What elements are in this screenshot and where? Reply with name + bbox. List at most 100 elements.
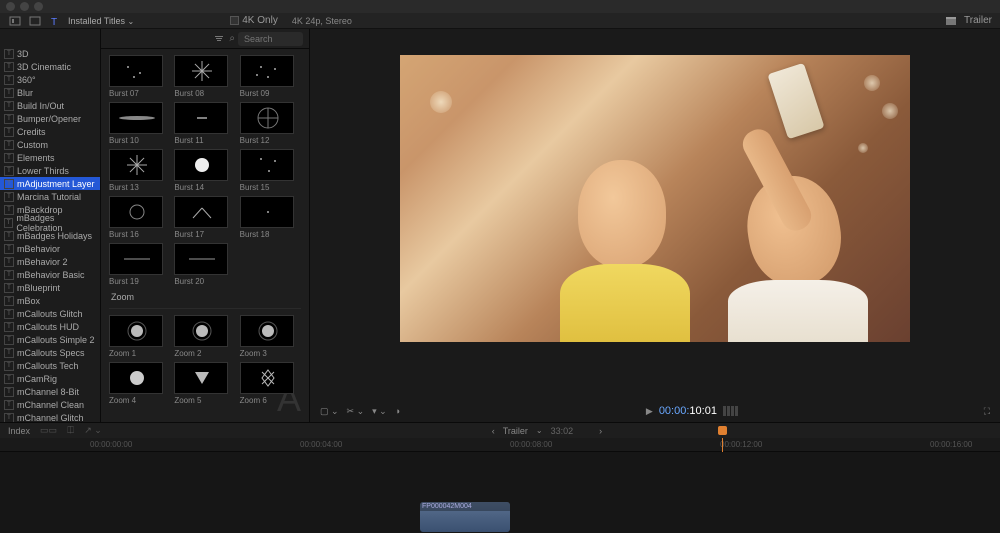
title-thumbnail[interactable]: Zoom 5	[174, 362, 235, 405]
fullscreen-icon[interactable]: ⛶	[984, 406, 990, 417]
title-thumbnail[interactable]: Burst 19	[109, 243, 170, 286]
sidebar-item[interactable]: T3D	[0, 47, 100, 60]
sidebar-item[interactable]: TLower Thirds	[0, 164, 100, 177]
sidebar-item[interactable]: TBuild In/Out	[0, 99, 100, 112]
title-thumbnail[interactable]: Burst 09	[240, 55, 301, 98]
title-thumbnail[interactable]: Burst 10	[109, 102, 170, 145]
color-icon[interactable]: ◑	[395, 406, 400, 417]
thumbnail-label: Zoom 2	[174, 349, 235, 358]
fit-icon[interactable]: ▢ ⌄	[320, 406, 339, 417]
sidebar-item[interactable]: TMarcina Tutorial	[0, 190, 100, 203]
sidebar-item[interactable]: TmChannel 8-Bit	[0, 385, 100, 398]
sidebar-item[interactable]: TmBehavior 2	[0, 255, 100, 268]
title-thumbnail[interactable]: Burst 16	[109, 196, 170, 239]
sidebar-item[interactable]: TCredits	[0, 125, 100, 138]
timeline-ruler[interactable]: 00:00:00:00 00:00:04:00 00:00:08:00 00:0…	[0, 438, 1000, 452]
thumbnail-label: Burst 11	[174, 136, 235, 145]
zoom-window[interactable]	[34, 2, 43, 11]
thumbnail-label: Burst 18	[240, 230, 301, 239]
sidebar-item[interactable]: T3D Cinematic	[0, 60, 100, 73]
clapper-icon[interactable]	[944, 14, 958, 28]
sidebar-item-label: mChannel 8-Bit	[17, 387, 79, 397]
title-category-icon: T	[4, 62, 14, 72]
title-category-icon: T	[4, 101, 14, 111]
sidebar-item[interactable]: TCustom	[0, 138, 100, 151]
title-thumbnail[interactable]: Burst 20	[174, 243, 235, 286]
title-thumbnail[interactable]: Burst 12	[240, 102, 301, 145]
sidebar-item[interactable]: TmCallouts Simple 2	[0, 333, 100, 346]
sidebar-item[interactable]: TmBadges Celebration	[0, 216, 100, 229]
titles-icon[interactable]: T	[48, 14, 62, 28]
prev-edit-icon[interactable]: ‹	[492, 426, 495, 436]
search-input[interactable]	[238, 32, 303, 46]
title-thumbnail[interactable]: Burst 08	[174, 55, 235, 98]
sidebar-item[interactable]: TmCallouts Glitch	[0, 307, 100, 320]
title-category-icon: T	[4, 49, 14, 59]
sidebar-item[interactable]: TmAdjustment Layer	[0, 177, 100, 190]
thumbnail-label: Burst 09	[240, 89, 301, 98]
viewer-canvas[interactable]	[400, 55, 910, 342]
fourk-only-checkbox[interactable]: 4K Only	[230, 15, 278, 26]
skimming-icon[interactable]: ↗ ⌄	[84, 425, 102, 436]
sidebar-item[interactable]: TmChannel Clean	[0, 398, 100, 411]
next-edit-icon[interactable]: ›	[599, 426, 602, 436]
title-thumbnail[interactable]: Burst 15	[240, 149, 301, 192]
title-thumbnail[interactable]: Zoom 1	[109, 315, 170, 358]
minimize-window[interactable]	[20, 2, 29, 11]
sidebar-item[interactable]: TmBehavior	[0, 242, 100, 255]
title-category-icon: T	[4, 413, 14, 423]
title-category-icon: T	[4, 400, 14, 410]
index-button[interactable]: Index	[8, 426, 30, 436]
titles-browser: ⌕ Burst 07Burst 08Burst 09Burst 10Burst …	[101, 29, 310, 422]
sidebar-item[interactable]: TmBox	[0, 294, 100, 307]
sidebar-item-label: mBehavior	[17, 244, 60, 254]
sidebar-item[interactable]: TmBadges Holidays	[0, 229, 100, 242]
photos-icon[interactable]	[28, 14, 42, 28]
title-thumbnail[interactable]: Burst 07	[109, 55, 170, 98]
title-thumbnail[interactable]: Burst 14	[174, 149, 235, 192]
sidebar-item[interactable]: TmChannel Glitch	[0, 411, 100, 422]
sidebar-item[interactable]: TmCamRig	[0, 372, 100, 385]
title-category-icon: T	[4, 127, 14, 137]
sidebar-item[interactable]: TmCallouts HUD	[0, 320, 100, 333]
sidebar-item-label: 3D	[17, 49, 29, 59]
sidebar-item[interactable]: TBumper/Opener	[0, 112, 100, 125]
thumbnail-label: Burst 15	[240, 183, 301, 192]
timeline[interactable]: FP000042M004	[0, 452, 1000, 533]
titles-filter-dropdown[interactable]: Installed Titles ⌄	[62, 16, 140, 26]
view-options-icon[interactable]: ▾ ⌄	[372, 406, 387, 417]
timeline-project-name[interactable]: Trailer	[503, 426, 528, 436]
sidebar-item[interactable]: TBlur	[0, 86, 100, 99]
title-thumbnail[interactable]: Burst 17	[174, 196, 235, 239]
format-label: 4K 24p, Stereo	[292, 16, 352, 26]
title-thumbnail[interactable]: Burst 11	[174, 102, 235, 145]
library-icon[interactable]	[8, 14, 22, 28]
sidebar-item[interactable]: T360°	[0, 73, 100, 86]
ruler-tick: 00:00:12:00	[720, 440, 762, 449]
timeline-clip[interactable]: FP000042M004	[420, 502, 510, 532]
sidebar-item[interactable]: TmCallouts Specs	[0, 346, 100, 359]
sidebar-item[interactable]: TmBehavior Basic	[0, 268, 100, 281]
title-thumbnail[interactable]: Zoom 6	[240, 362, 301, 405]
title-thumbnail[interactable]: Zoom 3	[240, 315, 301, 358]
ruler-tick: 00:00:04:00	[300, 440, 342, 449]
title-thumbnail[interactable]: Zoom 4	[109, 362, 170, 405]
sidebar-item-label: mBox	[17, 296, 40, 306]
title-thumbnail[interactable]: Burst 18	[240, 196, 301, 239]
title-thumbnail[interactable]: Burst 13	[109, 149, 170, 192]
title-category-icon: T	[4, 296, 14, 306]
thumbnail-label: Zoom 4	[109, 396, 170, 405]
close-window[interactable]	[6, 2, 15, 11]
title-thumbnail[interactable]: Zoom 2	[174, 315, 235, 358]
timecode[interactable]: 00:00:10:01	[659, 405, 717, 417]
snapping-icon[interactable]: ⎅	[67, 425, 74, 436]
play-button[interactable]: ▶	[646, 406, 653, 417]
sidebar-item[interactable]: TmCallouts Tech	[0, 359, 100, 372]
clip-appearance-icon[interactable]: ▭▭	[40, 425, 57, 436]
tools-icon[interactable]: ✂ ⌄	[347, 406, 365, 417]
filter-icon[interactable]	[212, 32, 226, 46]
sidebar-item[interactable]: TElements	[0, 151, 100, 164]
sidebar-item[interactable]: TmBlueprint	[0, 281, 100, 294]
thumbnail-label: Zoom 5	[174, 396, 235, 405]
zoom-section-header: Zoom	[109, 288, 301, 309]
